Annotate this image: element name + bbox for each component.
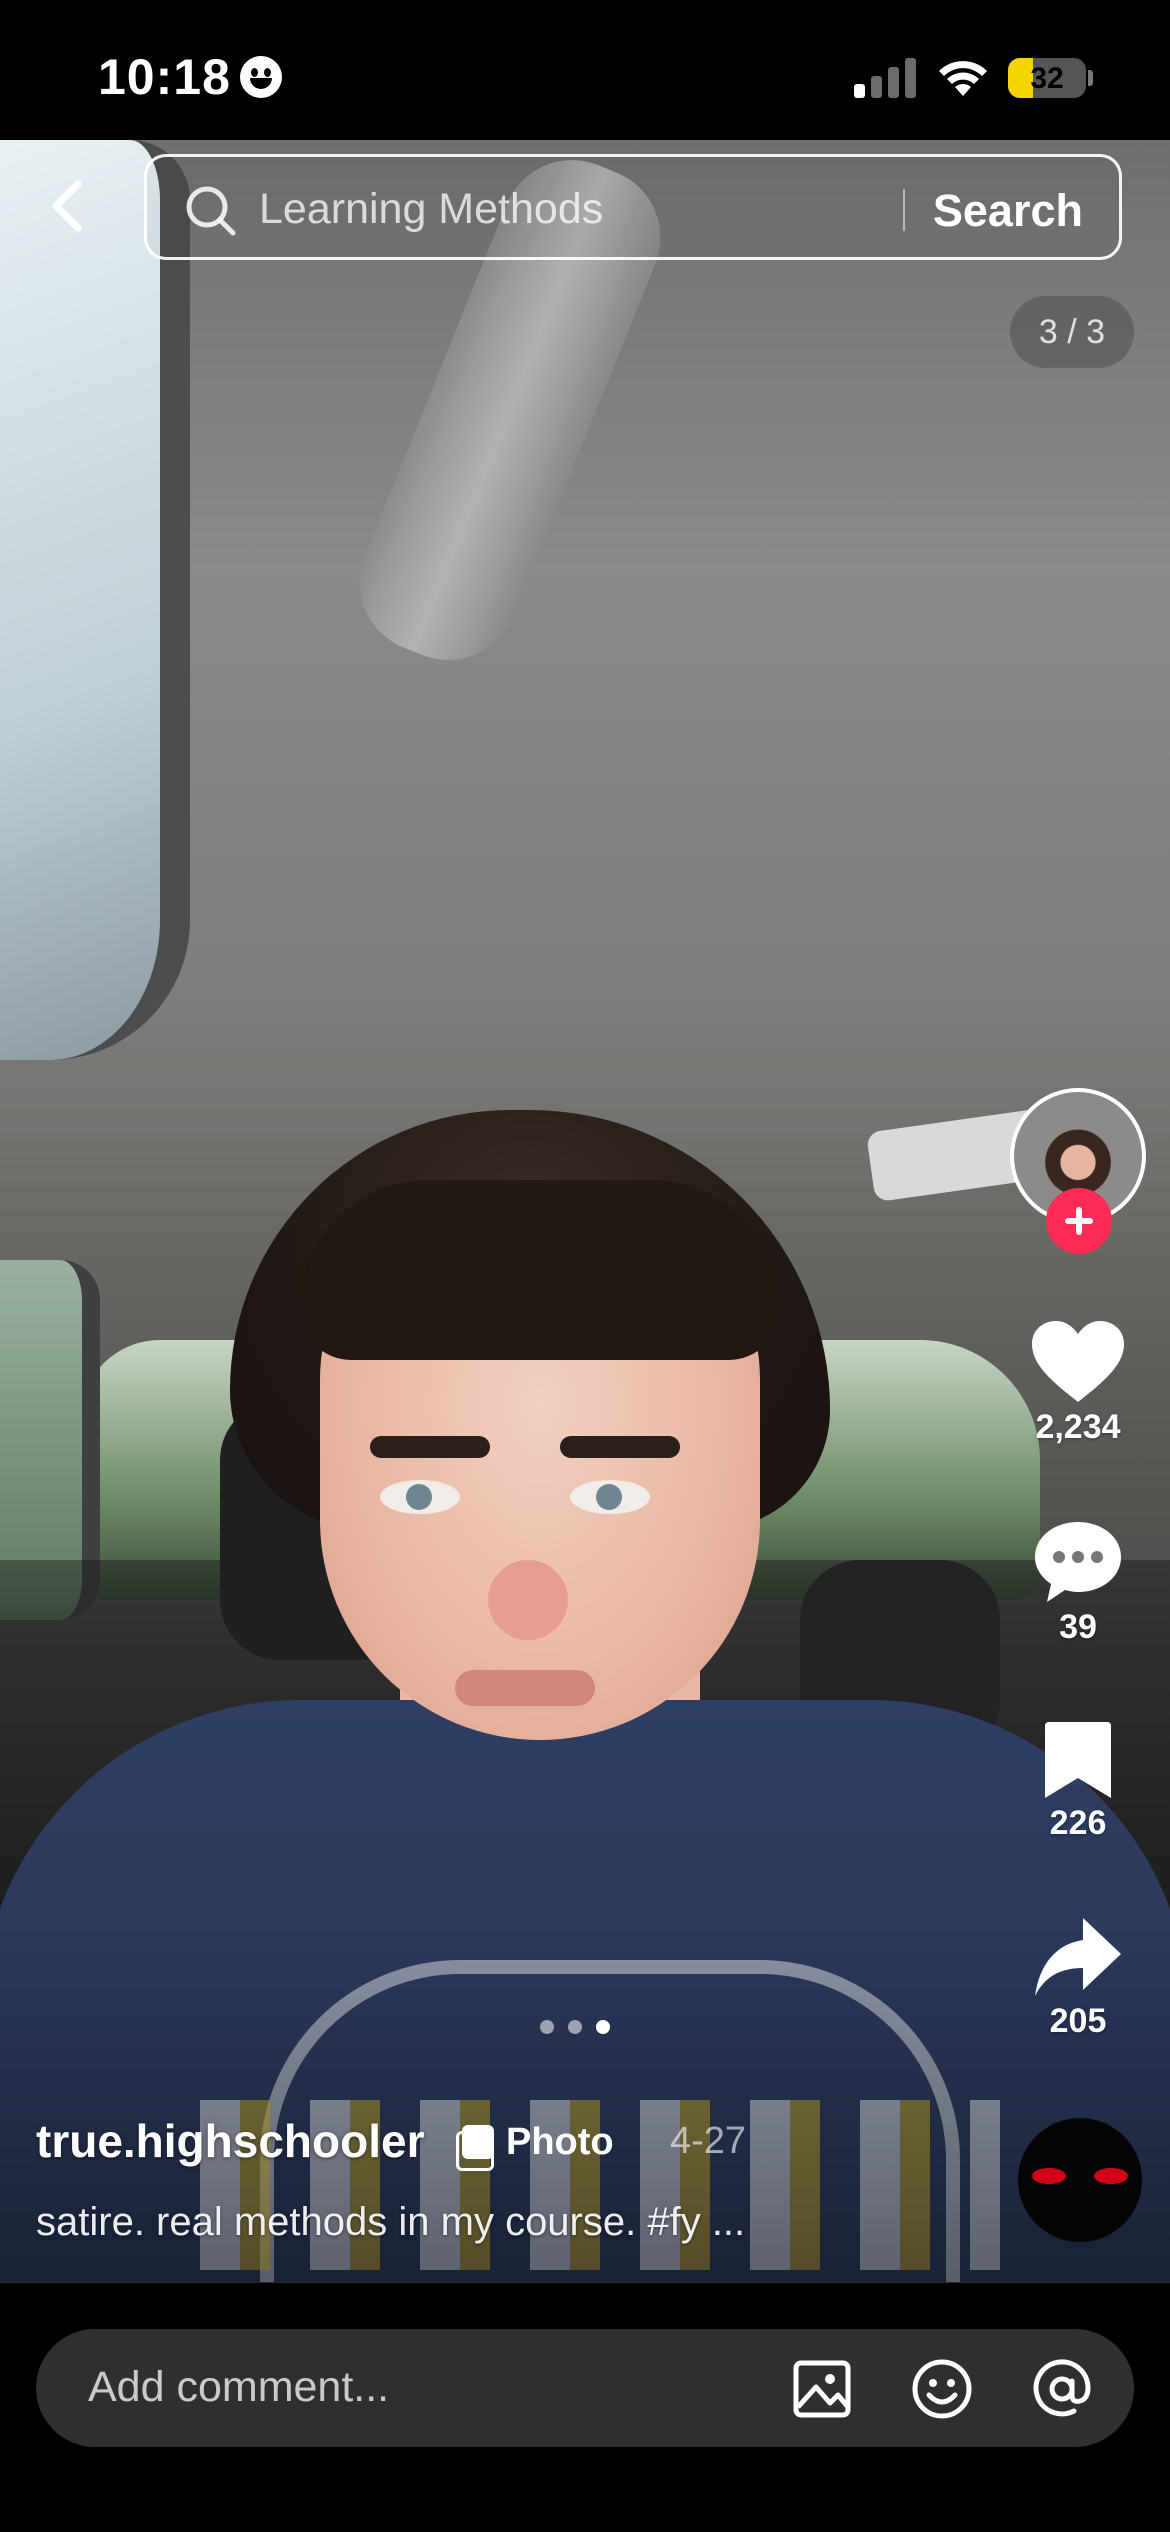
search-button[interactable]: Search <box>933 185 1083 237</box>
save-button[interactable]: 226 <box>1010 1720 1146 1843</box>
comment-input[interactable]: Add comment... <box>88 2363 389 2412</box>
save-count: 226 <box>1049 1804 1107 1842</box>
post-caption[interactable]: satire. real methods in my course. #fy .… <box>36 2200 936 2245</box>
share-button[interactable]: 205 <box>1010 1916 1146 2041</box>
eye <box>570 1480 650 1514</box>
battery-cap <box>1088 70 1093 86</box>
cellular-signal-icon <box>854 56 916 98</box>
follow-plus-icon[interactable] <box>1046 1188 1112 1254</box>
search-input[interactable]: Learning Methods <box>259 185 603 234</box>
post-photo[interactable] <box>0 140 1170 2282</box>
like-button[interactable]: 2,234 <box>1010 1320 1146 1447</box>
eye <box>380 1480 460 1514</box>
comment-button[interactable]: 39 <box>1010 1520 1146 1647</box>
lips <box>455 1670 595 1706</box>
person-hair-front <box>300 1180 780 1360</box>
heart-icon <box>1032 1321 1124 1402</box>
comment-bar: Add comment... <box>0 2282 1170 2532</box>
share-count: 205 <box>1049 2002 1107 2040</box>
bookmark-icon <box>1045 1722 1111 1798</box>
comment-bubble-icon <box>1035 1522 1121 1602</box>
search-divider <box>903 189 905 231</box>
status-time: 10:18 <box>98 49 231 105</box>
battery-icon: 32 <box>1008 58 1086 98</box>
nose <box>488 1560 568 1640</box>
search-icon <box>186 186 236 236</box>
battery-percent: 32 <box>1030 62 1064 95</box>
eyebrow <box>370 1436 490 1458</box>
photo-badge-label: Photo <box>506 2120 614 2163</box>
status-bar: 10:18 32 <box>0 0 1170 140</box>
mention-icon[interactable] <box>1030 2357 1094 2421</box>
wifi-icon <box>939 61 987 96</box>
eyebrow <box>560 1436 680 1458</box>
emoji-icon[interactable] <box>910 2357 974 2421</box>
share-arrow-icon <box>1035 1918 1121 1996</box>
car-window <box>0 140 190 1060</box>
smiley-icon <box>240 56 282 98</box>
photo-type-badge: Photo <box>456 2118 614 2171</box>
image-icon[interactable] <box>790 2357 854 2421</box>
back-button[interactable] <box>38 170 98 240</box>
carousel-dots <box>540 2020 630 2036</box>
carousel-page-indicator: 3 / 3 <box>1010 296 1134 368</box>
search-bar[interactable]: Learning Methods Search <box>144 154 1122 260</box>
post-date: 4-27 <box>670 2120 747 2162</box>
like-count: 2,234 <box>1035 1408 1121 1446</box>
creator-username[interactable]: true.highschooler <box>36 2114 424 2168</box>
comment-field[interactable]: Add comment... <box>36 2329 1134 2447</box>
comment-count: 39 <box>1059 1608 1097 1646</box>
chevron-left-icon <box>52 180 82 232</box>
music-disc[interactable] <box>1018 2118 1142 2242</box>
photo-stack-icon <box>456 2125 494 2171</box>
